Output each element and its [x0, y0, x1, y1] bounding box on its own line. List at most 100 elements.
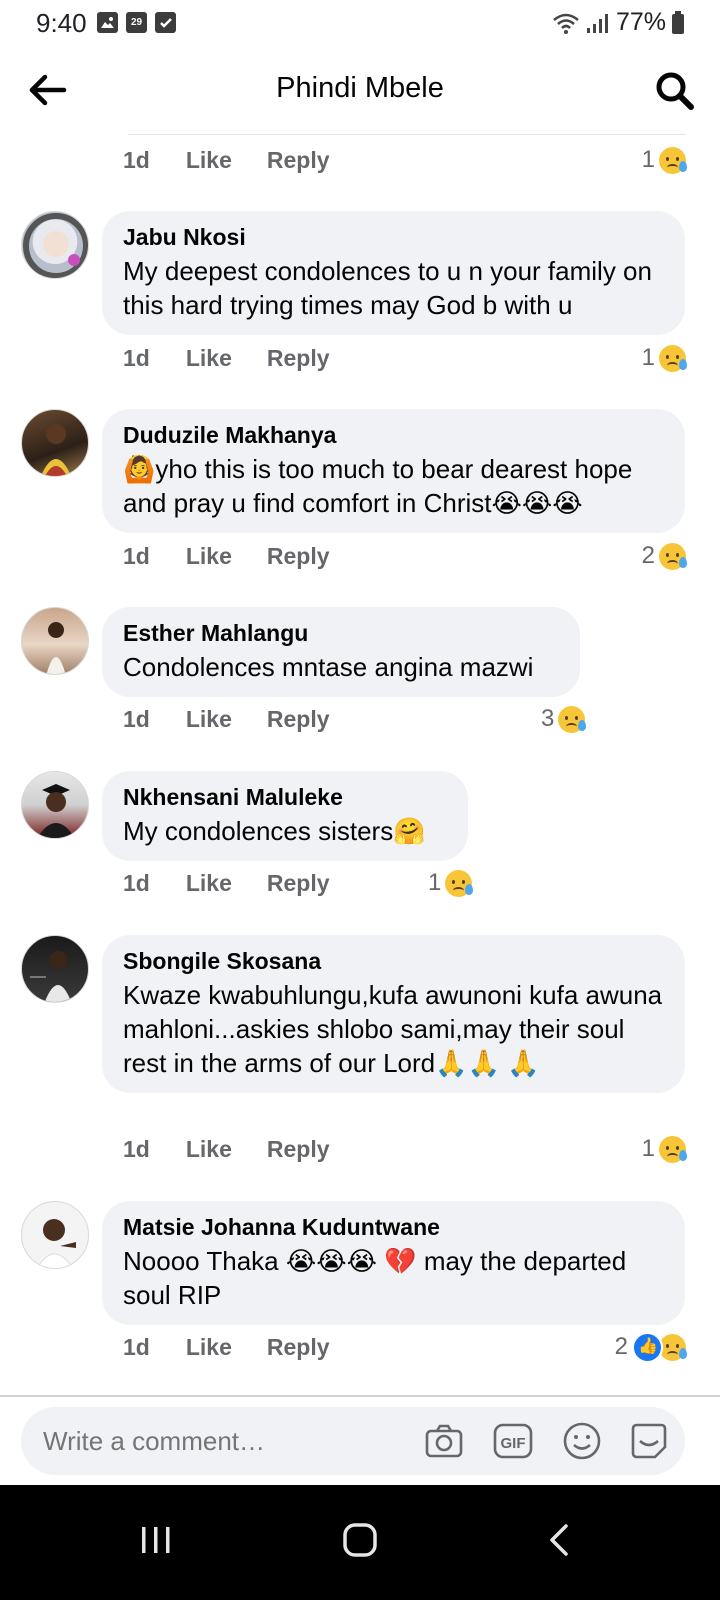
reply-button[interactable]: Reply — [267, 543, 330, 570]
comment-time: 1d — [123, 542, 150, 569]
like-button[interactable]: Like — [186, 1334, 232, 1361]
reaction-summary[interactable]: 1 — [642, 341, 687, 375]
camera-icon — [425, 1424, 463, 1458]
comment-author[interactable]: Sbongile Skosana — [123, 947, 665, 975]
search-icon — [656, 72, 694, 110]
like-button[interactable]: Like — [186, 345, 232, 372]
like-button[interactable]: Like — [186, 706, 232, 733]
like-button[interactable]: Like — [186, 543, 232, 570]
gallery-icon — [97, 12, 118, 33]
reply-button[interactable]: Reply — [267, 870, 330, 897]
sad-reaction-icon — [659, 1135, 687, 1163]
like-button[interactable]: Like — [186, 1136, 232, 1163]
comment-text: Condolences mntase angina mazwi — [123, 652, 534, 682]
comment-bubble[interactable]: Sbongile Skosana Kwaze kwabuhlungu,kufa … — [102, 935, 685, 1093]
reply-button[interactable]: Reply — [267, 1136, 330, 1163]
reaction-count: 1 — [641, 146, 655, 173]
comment-author[interactable]: Nkhensani Maluleke — [123, 783, 448, 811]
reaction-summary[interactable]: 3 — [541, 702, 587, 736]
comment-bubble[interactable]: Matsie Johanna Kuduntwane Noooo Thaka 😭😭… — [102, 1201, 685, 1325]
comment-meta: 1d Like Reply — [123, 143, 330, 177]
comment-meta: 1d Like Reply — [123, 1132, 330, 1166]
battery-percent: 77% — [615, 8, 666, 36]
avatar[interactable] — [21, 1201, 89, 1269]
comment-bubble[interactable]: Duduzile Makhanya 🙆yho this is too much … — [102, 409, 685, 533]
sad-reaction-icon — [558, 705, 587, 733]
signal-icon — [586, 13, 608, 33]
chevron-left-icon — [550, 1524, 568, 1556]
reaction-summary[interactable]: 1 — [641, 1132, 687, 1166]
avatar[interactable] — [21, 607, 89, 675]
divider — [0, 1395, 720, 1397]
home-icon — [343, 1523, 377, 1557]
comment-time: 1d — [123, 146, 150, 173]
like-button[interactable]: Like — [186, 147, 232, 174]
reply-button[interactable]: Reply — [267, 147, 330, 174]
comment-time: 1d — [123, 1333, 150, 1360]
comment-meta: 1d Like Reply — [123, 1330, 330, 1364]
sad-reaction-icon — [659, 542, 687, 570]
like-button[interactable]: Like — [186, 870, 232, 897]
checkbox-icon — [155, 12, 176, 33]
reply-button[interactable]: Reply — [267, 706, 330, 733]
comment-text: Kwaze kwabuhlungu,kufa awunoni kufa awun… — [123, 980, 663, 1078]
reply-button[interactable]: Reply — [267, 345, 330, 372]
comment-author[interactable]: Esther Mahlangu — [123, 619, 560, 647]
comment-author[interactable]: Duduzile Makhanya — [123, 421, 665, 449]
home-button[interactable] — [330, 1510, 390, 1570]
calendar-icon: 29 — [126, 12, 147, 33]
page-title: Phindi Mbele — [276, 72, 444, 104]
sad-reaction-icon — [659, 146, 687, 174]
comment-meta: 1d Like Reply — [123, 341, 330, 375]
reaction-summary[interactable]: 1 — [428, 866, 474, 900]
wifi-icon — [553, 13, 579, 34]
comment-meta: 1d Like Reply — [123, 866, 330, 900]
avatar[interactable] — [21, 771, 89, 839]
status-time: 9:40 — [36, 8, 87, 38]
smiley-icon — [563, 1422, 601, 1460]
camera-button[interactable] — [424, 1421, 464, 1461]
sticker-icon — [631, 1423, 667, 1459]
notification-icons: 29 — [97, 12, 176, 33]
reaction-count: 1 — [428, 869, 442, 896]
status-bar: 9:40 29 77% — [0, 0, 720, 44]
avatar[interactable] — [21, 935, 89, 1003]
sad-reaction-icon — [445, 869, 474, 897]
comment-input[interactable] — [41, 1425, 405, 1458]
sticker-button[interactable] — [629, 1421, 669, 1461]
sad-reaction-icon — [659, 344, 687, 372]
reaction-summary[interactable]: 2 — [614, 1330, 687, 1364]
comment-author[interactable]: Jabu Nkosi — [123, 223, 665, 251]
comment-bubble[interactable]: Nkhensani Maluleke My condolences sister… — [102, 771, 468, 861]
comment-meta: 1d Like Reply — [123, 702, 330, 736]
emoji-button[interactable] — [562, 1421, 602, 1461]
avatar[interactable] — [21, 211, 89, 279]
reaction-count: 3 — [541, 705, 555, 732]
recent-apps-icon — [142, 1527, 170, 1553]
like-reaction-icon — [632, 1331, 663, 1363]
divider — [128, 134, 686, 135]
reaction-summary[interactable]: 2 — [642, 539, 687, 573]
comment-text: My condolences sisters🤗 — [123, 816, 426, 846]
recent-apps-button[interactable] — [126, 1510, 186, 1570]
reaction-summary[interactable]: 1 — [641, 143, 687, 177]
sad-reaction-icon — [659, 1333, 687, 1361]
reply-button[interactable]: Reply — [267, 1334, 330, 1361]
search-button[interactable] — [652, 68, 696, 112]
system-icons: 77% — [552, 8, 684, 37]
comment-text: My deepest condolences to u n your famil… — [123, 256, 652, 320]
comment-time: 1d — [123, 705, 150, 732]
comment-author[interactable]: Matsie Johanna Kuduntwane — [123, 1213, 665, 1241]
comment-time: 1d — [123, 344, 150, 371]
comment-bubble[interactable]: Jabu Nkosi My deepest condolences to u n… — [102, 211, 685, 335]
reaction-count: 2 — [614, 1333, 628, 1360]
back-nav-button[interactable] — [530, 1510, 590, 1570]
comment-meta: 1d Like Reply — [123, 539, 330, 573]
avatar[interactable] — [21, 409, 89, 477]
gif-button[interactable]: GIF — [493, 1421, 533, 1461]
svg-text:GIF: GIF — [501, 1435, 526, 1452]
comment-composer: GIF — [21, 1407, 685, 1475]
comment-bubble[interactable]: Esther Mahlangu Condolences mntase angin… — [102, 607, 580, 697]
comment-time: 1d — [123, 869, 150, 896]
reaction-count: 1 — [641, 1135, 655, 1162]
